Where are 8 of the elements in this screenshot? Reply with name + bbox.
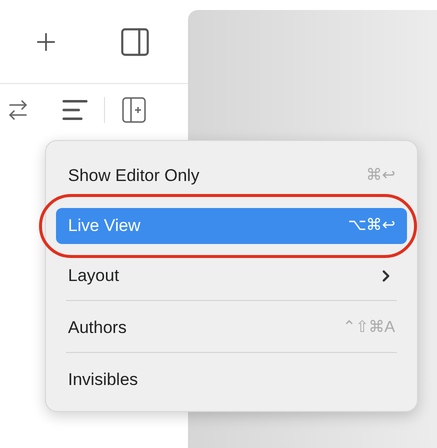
menu-item[interactable]: Authors ⌃⇧⌘A bbox=[56, 310, 407, 346]
shortcut-text: ⌥⌘↩ bbox=[348, 216, 395, 236]
menu-item[interactable]: Invisibles bbox=[56, 362, 407, 398]
menu-item[interactable]: Show Editor Only ⌘↩ bbox=[56, 158, 407, 194]
shortcut-text: ⌃⇧⌘A bbox=[342, 318, 395, 338]
menu-item[interactable]: Layout bbox=[56, 258, 407, 294]
panel-add-icon[interactable] bbox=[121, 96, 147, 124]
shortcut-text: ⌘↩ bbox=[366, 166, 395, 186]
